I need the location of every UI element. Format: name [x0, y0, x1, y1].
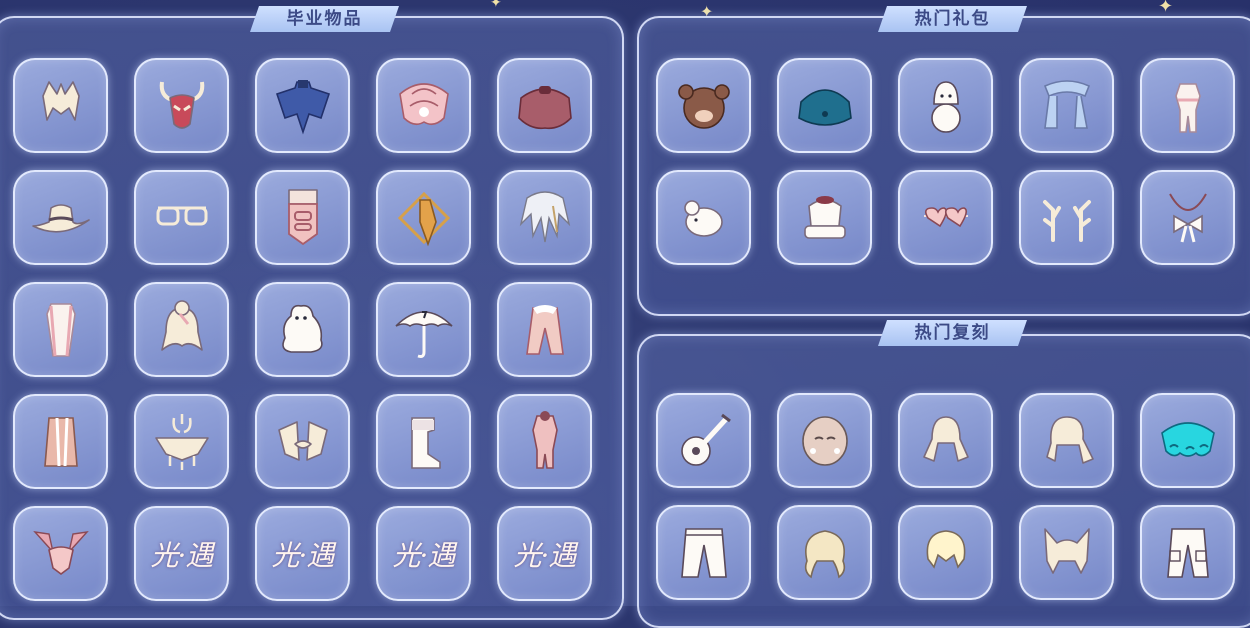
hot-pack-item-slot[interactable]	[656, 58, 751, 153]
boots-icon	[410, 416, 441, 469]
winged-hair-icon	[277, 420, 328, 461]
cargo-pants-icon	[1166, 527, 1209, 578]
bear-hat-icon	[677, 83, 730, 129]
shell-cape-icon	[398, 82, 449, 125]
hot-rerun-item-slot[interactable]	[1140, 393, 1235, 488]
side-tail-hair-icon	[1045, 415, 1094, 464]
round-mask-icon	[801, 415, 848, 466]
golden-scarf-icon	[397, 191, 450, 246]
graduation-item-slot[interactable]	[497, 394, 592, 489]
graduation-item-slot[interactable]: 光·遇	[376, 506, 471, 601]
graduation-item-slot[interactable]	[376, 170, 471, 265]
umbrella-icon	[394, 310, 453, 358]
pink-cape-icon	[43, 416, 78, 467]
pink-coat-icon	[525, 304, 564, 355]
graduation-item-slot[interactable]	[497, 170, 592, 265]
hot-pack-item-slot[interactable]	[1019, 58, 1114, 153]
short-hair-icon	[926, 529, 965, 569]
fur-hat-icon	[803, 195, 846, 239]
graduation-item-slot[interactable]	[13, 282, 108, 377]
hot-pack-item-slot[interactable]	[1140, 170, 1235, 265]
graduation-item-slot[interactable]: 光·遇	[134, 506, 229, 601]
hot-rerun-item-slot[interactable]	[1019, 393, 1114, 488]
mouse-prop-icon	[683, 199, 723, 237]
graduation-item-slot[interactable]: 光·遇	[255, 506, 350, 601]
graduation-item-slot[interactable]	[497, 282, 592, 377]
graduation-item-slot[interactable]	[497, 58, 592, 153]
sparkle-icon: ✦	[490, 0, 502, 11]
hot-rerun-item-slot[interactable]	[898, 505, 993, 600]
hot-rerun-item-slot[interactable]	[777, 505, 872, 600]
graduation-item-slot[interactable]	[13, 170, 108, 265]
graduation-item-slot[interactable]	[255, 170, 350, 265]
hot-packs-grid	[656, 58, 1235, 265]
graduation-grid: 光·遇 光·遇 光·遇 光·遇	[13, 58, 592, 601]
antler-mask-icon	[159, 81, 204, 129]
hot-rerun-grid	[656, 393, 1235, 600]
cowboy-hat-icon	[31, 203, 90, 233]
lantern-prop-icon	[287, 188, 318, 245]
hot-rerun-title: 热门复刻	[878, 320, 1027, 346]
game-logo-icon: 光·遇	[271, 538, 335, 572]
hot-rerun-item-slot[interactable]	[898, 393, 993, 488]
heart-glasses-icon	[923, 206, 968, 227]
antler-horns-icon	[1042, 199, 1091, 242]
hot-rerun-item-slot[interactable]	[777, 393, 872, 488]
graduation-item-slot[interactable]	[376, 394, 471, 489]
bun-hair-icon	[160, 299, 203, 351]
hot-rerun-item-slot[interactable]	[656, 505, 751, 600]
graduation-item-slot[interactable]	[376, 58, 471, 153]
graduation-title: 毕业物品	[250, 6, 399, 32]
hot-pack-item-slot[interactable]	[1140, 58, 1235, 153]
hot-pack-item-slot[interactable]	[777, 170, 872, 265]
guitar-icon	[680, 413, 731, 466]
teal-cape-icon	[797, 88, 852, 126]
hot-pack-item-slot[interactable]	[777, 58, 872, 153]
hot-rerun-item-slot[interactable]	[1019, 505, 1114, 600]
hot-packs-title: 热门礼包	[878, 6, 1027, 32]
graduation-item-slot[interactable]	[255, 394, 350, 489]
game-logo-icon: 光·遇	[150, 538, 214, 572]
sparkle-icon: ✦	[1158, 0, 1174, 17]
white-dress-icon	[45, 302, 76, 357]
hot-rerun-item-slot[interactable]	[656, 393, 751, 488]
hot-pack-item-slot[interactable]	[898, 58, 993, 153]
graduation-item-slot[interactable]	[134, 58, 229, 153]
curly-hair-icon	[804, 529, 845, 578]
hot-pack-item-slot[interactable]	[898, 170, 993, 265]
cat-ear-hair-icon	[1043, 527, 1090, 574]
game-logo-icon: 光·遇	[392, 538, 456, 572]
bow-necklace-icon	[1168, 193, 1207, 242]
graduation-item-slot[interactable]	[134, 282, 229, 377]
maroon-cape-icon	[517, 85, 572, 129]
graduation-item-slot[interactable]	[255, 282, 350, 377]
graduation-item-slot[interactable]: 光·遇	[497, 506, 592, 601]
graduation-item-slot[interactable]	[255, 58, 350, 153]
graduation-item-slot[interactable]	[376, 282, 471, 377]
blue-cape-icon	[275, 79, 330, 135]
pink-outfit-icon	[531, 410, 558, 469]
hot-rerun-item-slot[interactable]	[1140, 505, 1235, 600]
snowman-prop-icon	[930, 80, 961, 133]
twin-tail-hair-icon	[922, 415, 969, 462]
game-logo-icon: 光·遇	[513, 538, 577, 572]
white-hair-icon	[41, 80, 80, 121]
hot-pack-item-slot[interactable]	[1019, 170, 1114, 265]
deer-mask-icon	[154, 413, 209, 470]
robe-outfit-icon	[1174, 82, 1201, 133]
feather-hair-icon	[519, 190, 570, 242]
pants-icon	[680, 527, 727, 578]
graduation-item-slot[interactable]	[134, 394, 229, 489]
graduation-item-slot[interactable]	[134, 170, 229, 265]
winged-mask-icon	[32, 530, 89, 575]
hot-pack-item-slot[interactable]	[656, 170, 751, 265]
graduation-item-slot[interactable]	[13, 58, 108, 153]
graduation-item-slot[interactable]	[13, 394, 108, 489]
glasses-icon	[156, 206, 207, 225]
graduation-item-slot[interactable]	[13, 506, 108, 601]
blue-scarf-icon	[1043, 79, 1090, 129]
moomin-prop-icon	[281, 304, 323, 353]
cyan-cape-icon	[1160, 421, 1215, 457]
